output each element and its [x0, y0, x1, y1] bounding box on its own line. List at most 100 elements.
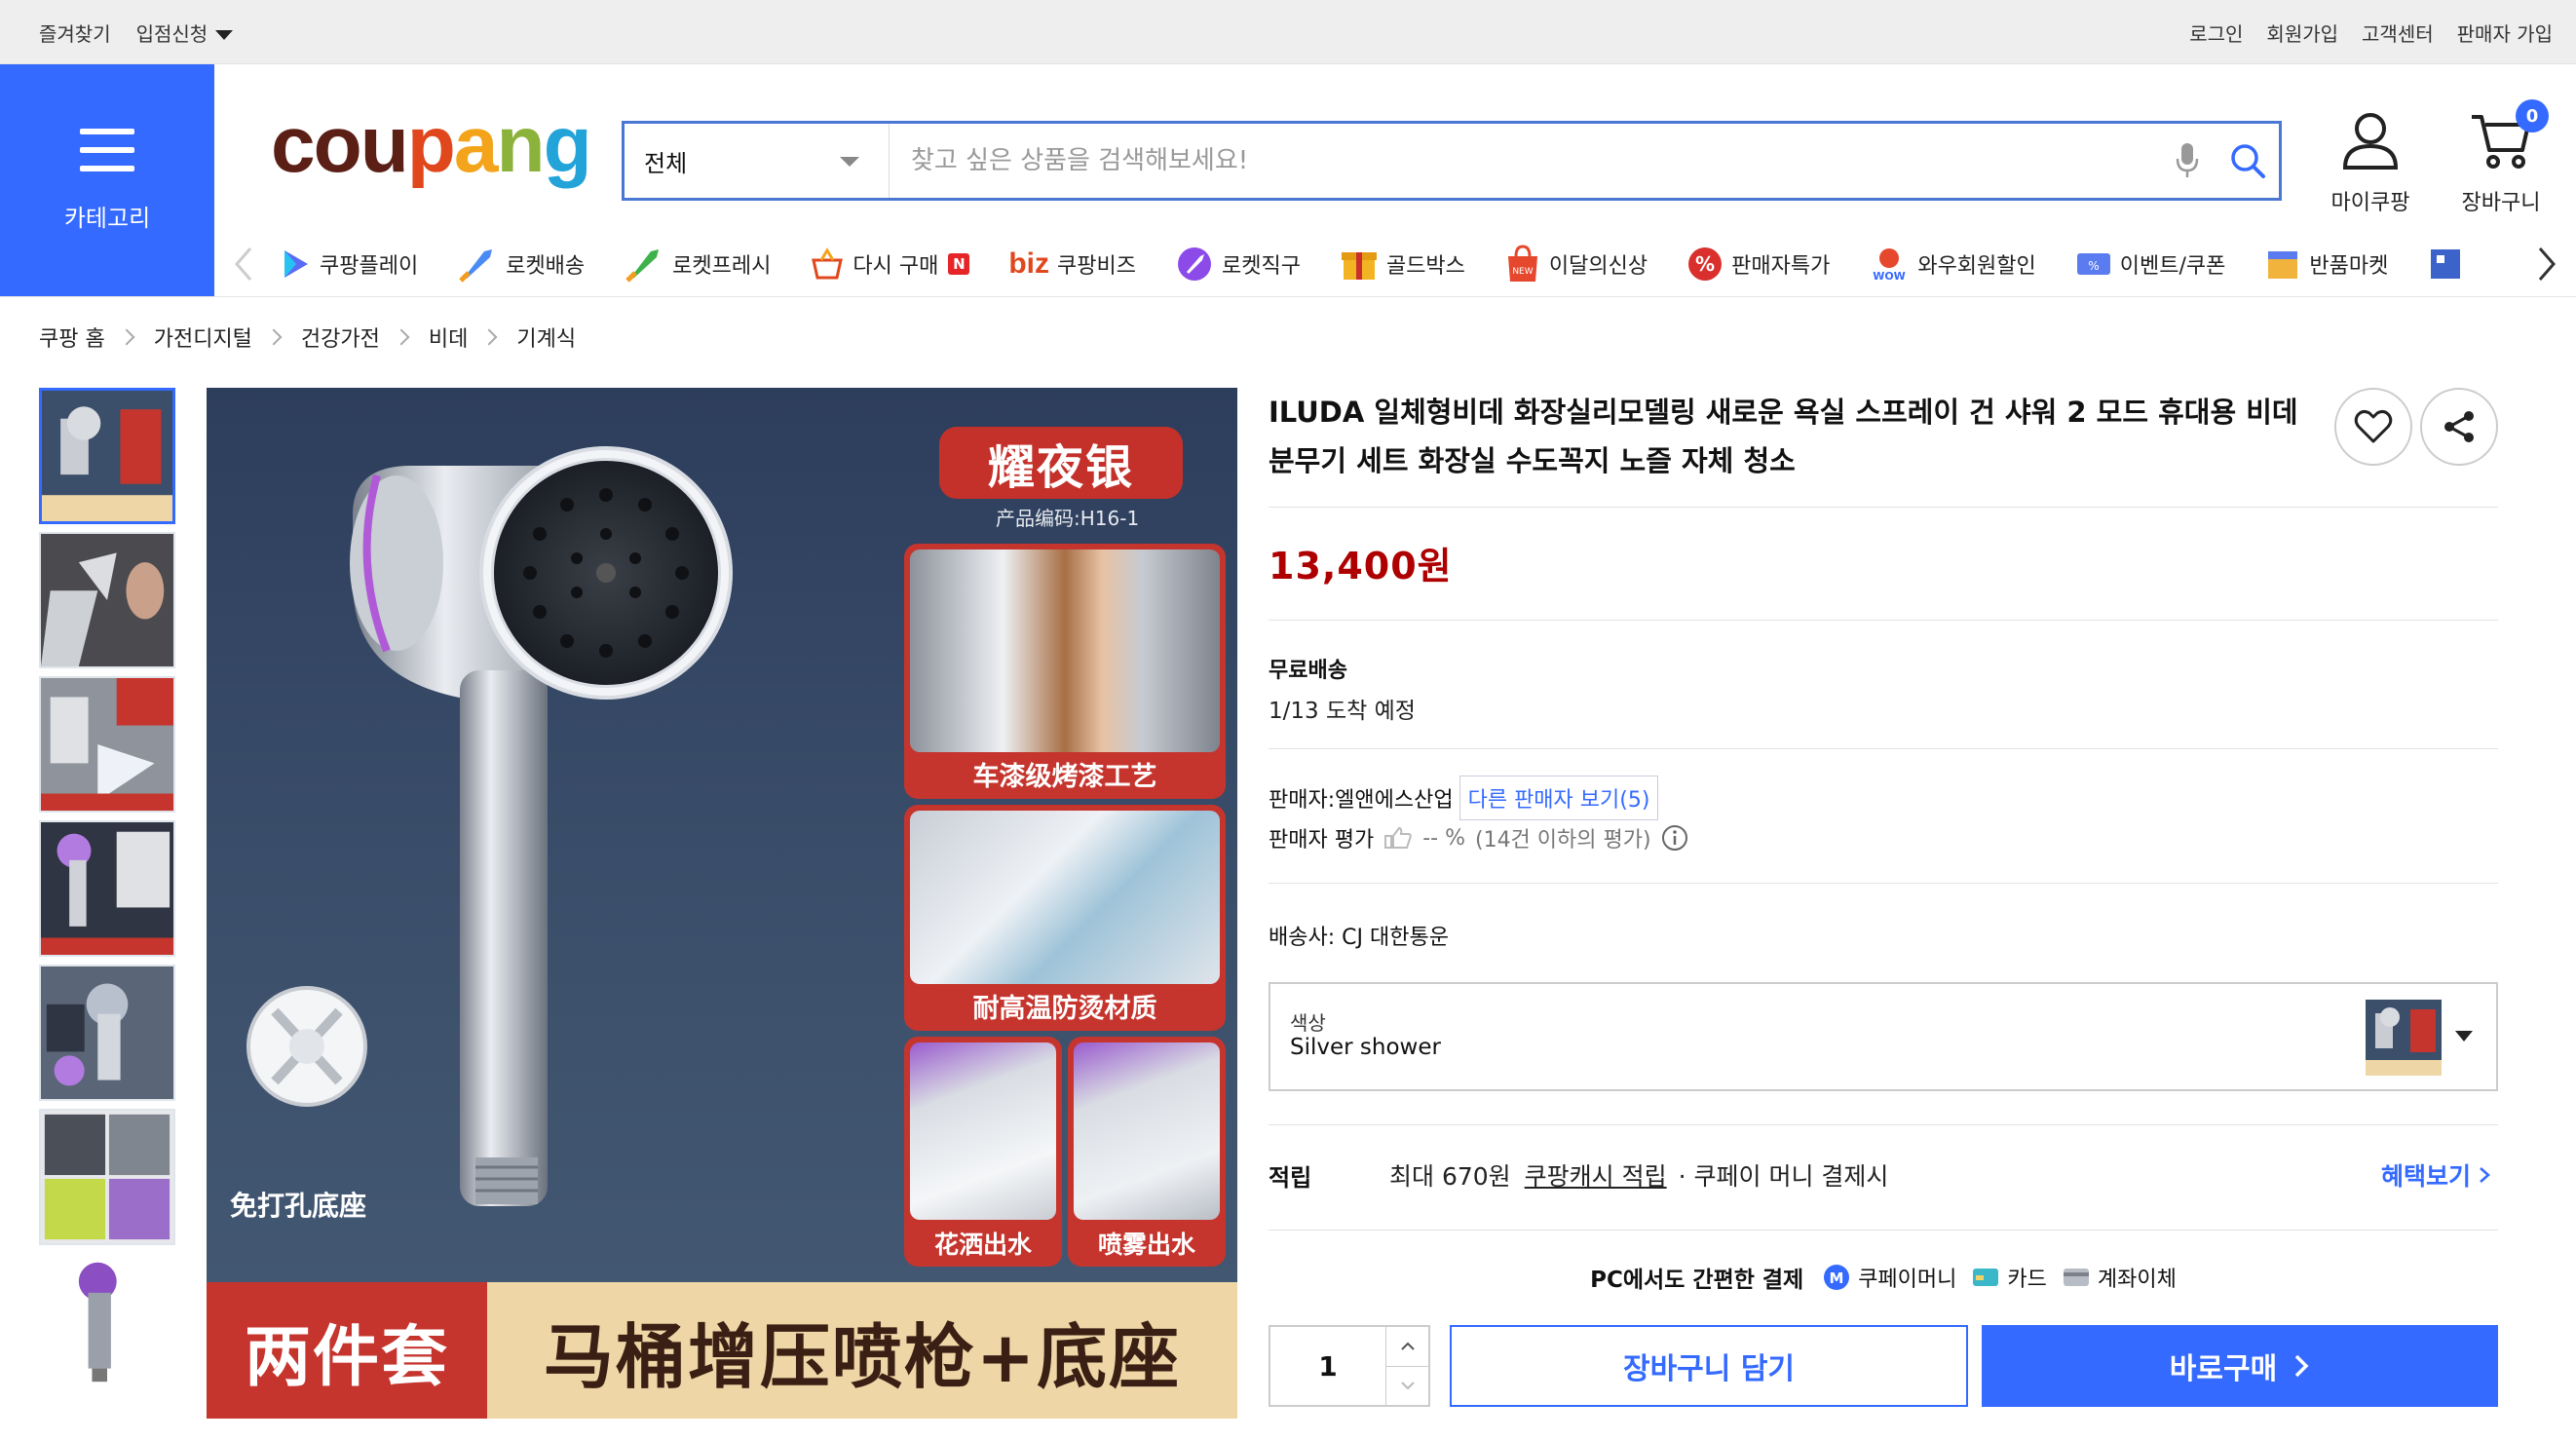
buy-now-button[interactable]: 바로구매	[1982, 1325, 2498, 1407]
add-to-cart-button[interactable]: 장바구니 담기	[1450, 1325, 1968, 1407]
cart-button[interactable]: 0 장바구니	[2438, 99, 2564, 216]
chevron-left-icon	[235, 247, 252, 281]
wishlist-button[interactable]	[2334, 388, 2412, 466]
nav-item-goldbox[interactable]: 골드박스	[1340, 245, 1465, 284]
wow-icon: WOW	[1874, 248, 1906, 283]
nav-item-rocket-fresh[interactable]: 로켓프레시	[624, 244, 771, 284]
bank-transfer-icon	[2063, 1269, 2089, 1286]
nav-item-coupang-play[interactable]: 쿠팡플레이	[279, 247, 418, 281]
nav-item-rocket[interactable]: 로켓배송	[457, 244, 585, 284]
signup-link[interactable]: 회원가입	[2266, 19, 2338, 47]
option-thumbnail	[2366, 1000, 2442, 1076]
color-option-select[interactable]: 색상 Silver shower	[1269, 982, 2498, 1091]
search-icon	[2231, 144, 2265, 178]
nav-label: 쿠팡플레이	[320, 254, 419, 279]
product-thumbnail-image	[41, 1111, 173, 1243]
nav-item-wow-discount[interactable]: WOW 와우회원할인	[1869, 245, 2036, 284]
nav-item-events-coupons[interactable]: % 이벤트/쿠폰	[2075, 248, 2226, 280]
breadcrumb-item[interactable]: 비데	[429, 322, 468, 353]
logo-part: g	[543, 100, 592, 189]
heart-icon	[2354, 409, 2393, 443]
nav-label: 판매자특가	[1731, 254, 1831, 279]
image-panel-heat: 耐高温防烫材质	[904, 805, 1226, 1031]
thumbnail-list	[39, 388, 177, 1397]
nav-item-seller-deals[interactable]: % 판매자특가	[1686, 246, 1830, 283]
nav-item-coupang-biz[interactable]: biz 쿠팡비즈	[1008, 247, 1136, 281]
coupang-cash-link[interactable]: 쿠팡캐시 적립	[1525, 1157, 1667, 1193]
reward-amount: 최대 670원	[1389, 1162, 1511, 1191]
cart-count-badge: 0	[2516, 99, 2549, 133]
svg-text:%: %	[1695, 252, 1715, 276]
chevron-right-icon	[118, 328, 135, 346]
svg-text:NEW: NEW	[1512, 267, 1533, 277]
apply-link[interactable]: 입점신청	[136, 19, 234, 47]
bookmark-link[interactable]: 즐겨찾기	[39, 19, 111, 47]
shipping-title: 무료배송	[1269, 659, 1347, 683]
nav-item-return-market[interactable]: 반품마켓	[2264, 246, 2388, 283]
logo-part: n	[496, 100, 546, 189]
nav-label: 이벤트/쿠폰	[2119, 254, 2226, 279]
nav-label: 골드박스	[1385, 254, 1465, 279]
share-button[interactable]	[2420, 388, 2498, 466]
nav-item-more[interactable]	[2427, 246, 2464, 283]
login-link[interactable]: 로그인	[2189, 19, 2243, 47]
seller-name[interactable]: 엘앤에스산업	[1335, 782, 1453, 814]
nav-label: 로켓배송	[506, 254, 586, 279]
quick-nav: 쿠팡플레이 로켓배송 로켓프레시 다시 구매 N biz 쿠팡비즈 로켓직구 골드박…	[214, 232, 2576, 296]
chevron-right-icon	[393, 328, 410, 346]
nav-next-button[interactable]	[2518, 232, 2576, 296]
nav-item-new-arrivals[interactable]: NEW 이달의신상	[1504, 245, 1648, 284]
microphone-icon[interactable]	[2158, 124, 2216, 198]
nav-prev-button[interactable]	[214, 232, 273, 296]
play-icon	[284, 250, 308, 278]
thumbnail-7[interactable]	[39, 1253, 175, 1389]
breadcrumb-item[interactable]: 쿠팡 홈	[39, 322, 105, 353]
panel-caption: 耐高温防烫材质	[972, 994, 1157, 1024]
main-product-image[interactable]: 耀夜银 产品编码:H16-1 车漆级烤漆工艺 耐高温防烫材质 花洒出水 喷雾出水…	[207, 388, 1237, 1419]
top-utility-bar: 즐겨찾기 입점신청 로그인 회원가입 고객센터 판매자 가입	[0, 0, 2576, 64]
thumbnail-4[interactable]	[39, 820, 175, 957]
thumbnail-3[interactable]	[39, 676, 175, 813]
nav-item-rebuy[interactable]: 다시 구매 N	[810, 246, 970, 282]
breadcrumb-item[interactable]: 가전디지털	[154, 322, 252, 353]
thumbnail-2[interactable]	[39, 532, 175, 668]
search-input[interactable]	[890, 124, 2158, 198]
panel-caption: 车漆级烤漆工艺	[972, 762, 1157, 792]
percent-icon: %	[1688, 247, 1723, 281]
chevron-right-icon	[2538, 247, 2556, 281]
support-link[interactable]: 고객센터	[2362, 19, 2434, 47]
breadcrumb-item[interactable]: 건강가전	[301, 322, 380, 353]
thumbnail-5[interactable]	[39, 965, 175, 1101]
info-icon[interactable]	[1661, 824, 1688, 852]
share-icon	[2444, 411, 2474, 442]
nav-item-rocket-global[interactable]: 로켓직구	[1175, 245, 1301, 284]
divider	[1269, 620, 2498, 621]
my-coupang-button[interactable]: 마이쿠팡	[2307, 109, 2434, 216]
coupang-logo[interactable]: coupang	[271, 105, 592, 185]
product-price: 13,400원	[1269, 545, 1453, 587]
cart-label: 장바구니	[2461, 191, 2541, 215]
rating-note: (14건 이하의 평가)	[1474, 828, 1651, 853]
nav-label: 이달의신상	[1548, 254, 1648, 279]
header-divider	[0, 296, 2576, 297]
image-panel-spray: 喷雾出水	[1068, 1037, 1226, 1267]
thumbnail-1[interactable]	[39, 388, 175, 524]
image-panel-shower: 花洒出水	[904, 1037, 1062, 1267]
seller-signup-link[interactable]: 판매자 가입	[2457, 19, 2553, 47]
other-sellers-link[interactable]: 다른 판매자 보기(5)	[1458, 776, 1659, 820]
chevron-down-icon	[840, 157, 859, 167]
thumbnail-6[interactable]	[39, 1109, 175, 1245]
nav-label: 로켓프레시	[672, 254, 772, 279]
quantity-decrease-button[interactable]	[1386, 1365, 1428, 1406]
product-thumbnail-image	[41, 966, 173, 1099]
quantity-increase-button[interactable]	[1386, 1327, 1428, 1366]
chevron-up-icon	[1400, 1342, 1415, 1350]
quantity-input[interactable]: 1	[1270, 1327, 1385, 1405]
search-scope-select[interactable]: 전체	[625, 124, 890, 198]
benefit-link[interactable]: 혜택보기	[2381, 1157, 2492, 1193]
breadcrumb-item[interactable]: 기계식	[516, 322, 576, 353]
nav-label: 쿠팡비즈	[1057, 254, 1136, 279]
reward-label: 적립	[1269, 1163, 1312, 1192]
category-button[interactable]: 카테고리	[0, 64, 214, 296]
search-button[interactable]	[2216, 124, 2279, 198]
